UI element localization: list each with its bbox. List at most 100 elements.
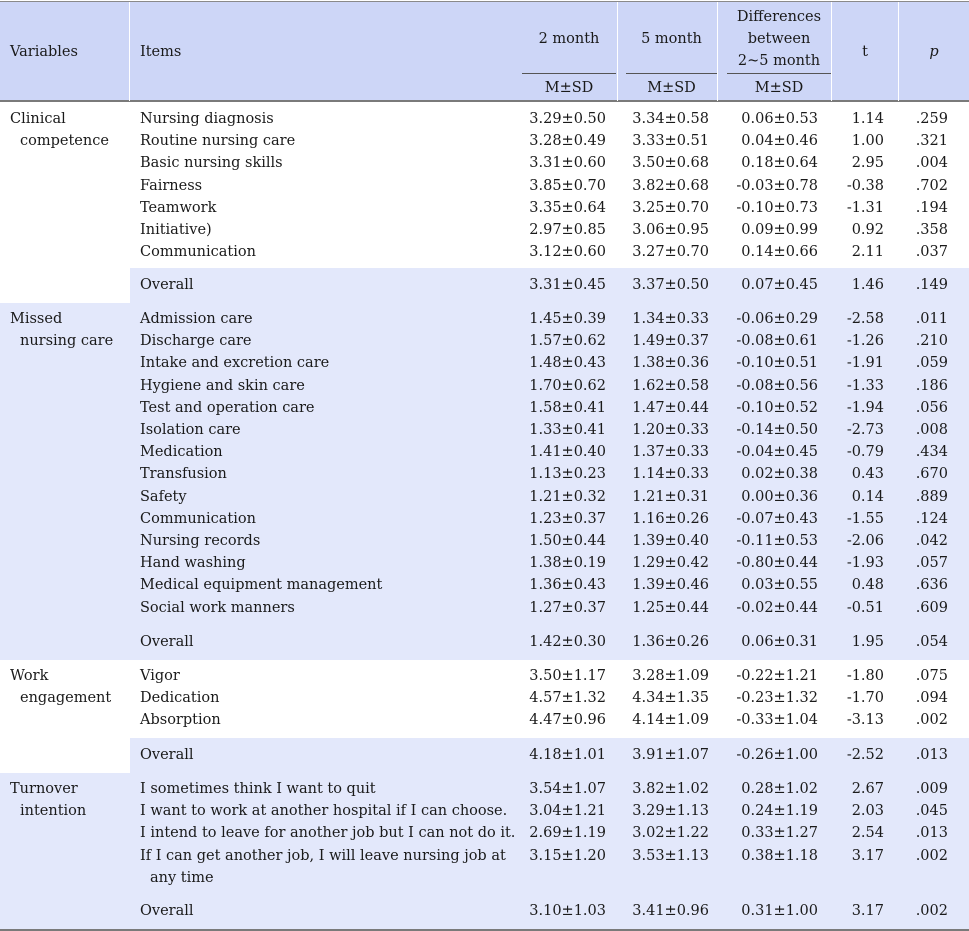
item-label: Admission care: [140, 311, 253, 327]
cell-p: .009: [915, 781, 948, 797]
overall-cell-m5: 3.91±1.07: [632, 747, 709, 763]
header-msd-differences: M±SD: [754, 80, 804, 96]
header-items: Items: [140, 44, 182, 60]
group-name: Clinical: [10, 111, 66, 127]
cell-diff: 0.04±0.46: [741, 133, 818, 150]
cell-m5: 3.25±0.70: [632, 199, 709, 216]
cell-p: .056: [915, 399, 948, 416]
cell-diff: -0.11±0.53: [736, 533, 818, 549]
cell-m5: 1.62±0.58: [632, 377, 709, 394]
item-label: Nursing records: [140, 533, 261, 549]
item-label: Safety: [140, 488, 187, 505]
cell-diff: 0.18±0.64: [741, 155, 818, 172]
header-5-month: 5 month: [641, 31, 702, 47]
cell-diff: 0.38±1.18: [741, 847, 818, 864]
cell-diff: -0.07±0.43: [736, 510, 818, 527]
cell-t: 2.67: [851, 781, 884, 797]
cell-p: .702: [915, 177, 948, 194]
cell-p: .045: [915, 803, 948, 820]
cell-diff: -0.80±0.44: [736, 555, 818, 572]
cell-p: .094: [915, 690, 948, 707]
cell-diff: 0.24±1.19: [741, 803, 818, 820]
cell-p: .011: [915, 311, 948, 327]
item-label: Social work manners: [140, 599, 295, 616]
cell-m2: 3.54±1.07: [529, 781, 606, 797]
overall-cell-m2: 3.31±0.45: [529, 277, 606, 293]
cell-t: -0.79: [846, 444, 884, 461]
cell-m2: 1.45±0.39: [529, 311, 606, 327]
overall-cell-t: 1.95: [851, 634, 884, 650]
header-2-month: 2 month: [538, 31, 600, 47]
cell-m5: 1.14±0.33: [632, 466, 709, 483]
cell-p: .002: [915, 847, 948, 864]
overall-cell-p: .013: [915, 747, 948, 763]
cell-p: .609: [915, 599, 948, 616]
header-differences-line1: Differences: [736, 9, 822, 25]
group-name-cont: engagement: [20, 690, 112, 706]
cell-diff: -0.14±0.50: [736, 422, 818, 438]
cell-m5: 3.33±0.51: [632, 133, 709, 150]
item-label: Hygiene and skin care: [140, 377, 305, 394]
cell-t: -2.06: [846, 533, 884, 549]
overall-cell-t: 3.17: [851, 903, 884, 919]
overall-label: Overall: [140, 747, 194, 763]
header-t: t: [862, 44, 868, 60]
cell-t: -1.26: [846, 333, 884, 350]
cell-t: 2.54: [851, 825, 884, 842]
cell-t: 0.43: [851, 466, 884, 483]
cell-diff: -0.08±0.56: [736, 377, 818, 394]
header-differences-line3: 2~5 month: [737, 53, 821, 69]
cell-t: 0.92: [851, 222, 884, 238]
cell-t: 1.00: [851, 133, 884, 150]
item-label: Vigor: [140, 668, 180, 684]
cell-m5: 3.27±0.70: [632, 244, 709, 261]
item-label: Basic nursing skills: [140, 155, 283, 172]
cell-diff: 0.00±0.36: [741, 488, 818, 505]
header-variables: Variables: [10, 44, 78, 60]
cell-p: .194: [915, 199, 948, 216]
cell-m2: 1.41±0.40: [529, 444, 606, 461]
cell-diff: -0.03±0.78: [736, 177, 818, 194]
cell-t: -1.80: [846, 668, 884, 684]
cell-m5: 3.02±1.22: [632, 825, 709, 842]
cell-p: .321: [915, 133, 948, 150]
cell-diff: 0.06±0.53: [741, 111, 818, 127]
cell-m5: 4.34±1.35: [632, 690, 709, 707]
item-label: Initiative): [140, 222, 212, 238]
overall-cell-t: -2.52: [846, 747, 884, 763]
cell-m5: 1.39±0.40: [632, 533, 709, 549]
cell-p: .042: [915, 533, 948, 549]
cell-t: -0.38: [846, 177, 884, 194]
item-label: Nursing diagnosis: [140, 111, 274, 127]
cell-m2: 3.29±0.50: [529, 111, 606, 127]
item-label: Hand washing: [140, 555, 246, 572]
cell-m5: 1.29±0.42: [632, 555, 709, 572]
item-label: Intake and excretion care: [140, 355, 330, 372]
cell-m5: 3.50±0.68: [632, 155, 709, 172]
cell-p: .057: [915, 555, 948, 572]
cell-m2: 1.27±0.37: [529, 599, 606, 616]
group-name: Work: [10, 668, 49, 684]
group-name-cont: nursing care: [20, 333, 114, 349]
item-label: Isolation care: [140, 422, 241, 438]
cell-t: -2.58: [846, 311, 884, 327]
cell-t: -1.94: [846, 399, 884, 416]
results-table: Variables Items 2 month 5 month Differen…: [0, 0, 969, 931]
cell-t: 2.03: [851, 803, 884, 820]
cell-m2: 2.69±1.19: [529, 825, 606, 842]
item-label: I want to work at another hospital if I …: [140, 803, 508, 820]
cell-t: 3.17: [851, 847, 884, 864]
cell-m2: 1.58±0.41: [529, 399, 606, 416]
cell-p: .889: [915, 488, 948, 505]
cell-diff: 0.14±0.66: [741, 244, 818, 261]
cell-t: 2.11: [851, 244, 884, 261]
overall-cell-m2: 4.18±1.01: [529, 747, 606, 763]
overall-cell-diff: 0.31±1.00: [741, 903, 818, 919]
cell-p: .358: [915, 222, 948, 238]
cell-t: -2.73: [846, 422, 884, 438]
cell-diff: 0.09±0.99: [741, 222, 818, 238]
cell-m5: 1.34±0.33: [632, 311, 709, 327]
cell-p: .037: [915, 244, 948, 261]
item-label: Routine nursing care: [140, 133, 296, 150]
overall-cell-diff: 0.07±0.45: [741, 277, 818, 293]
